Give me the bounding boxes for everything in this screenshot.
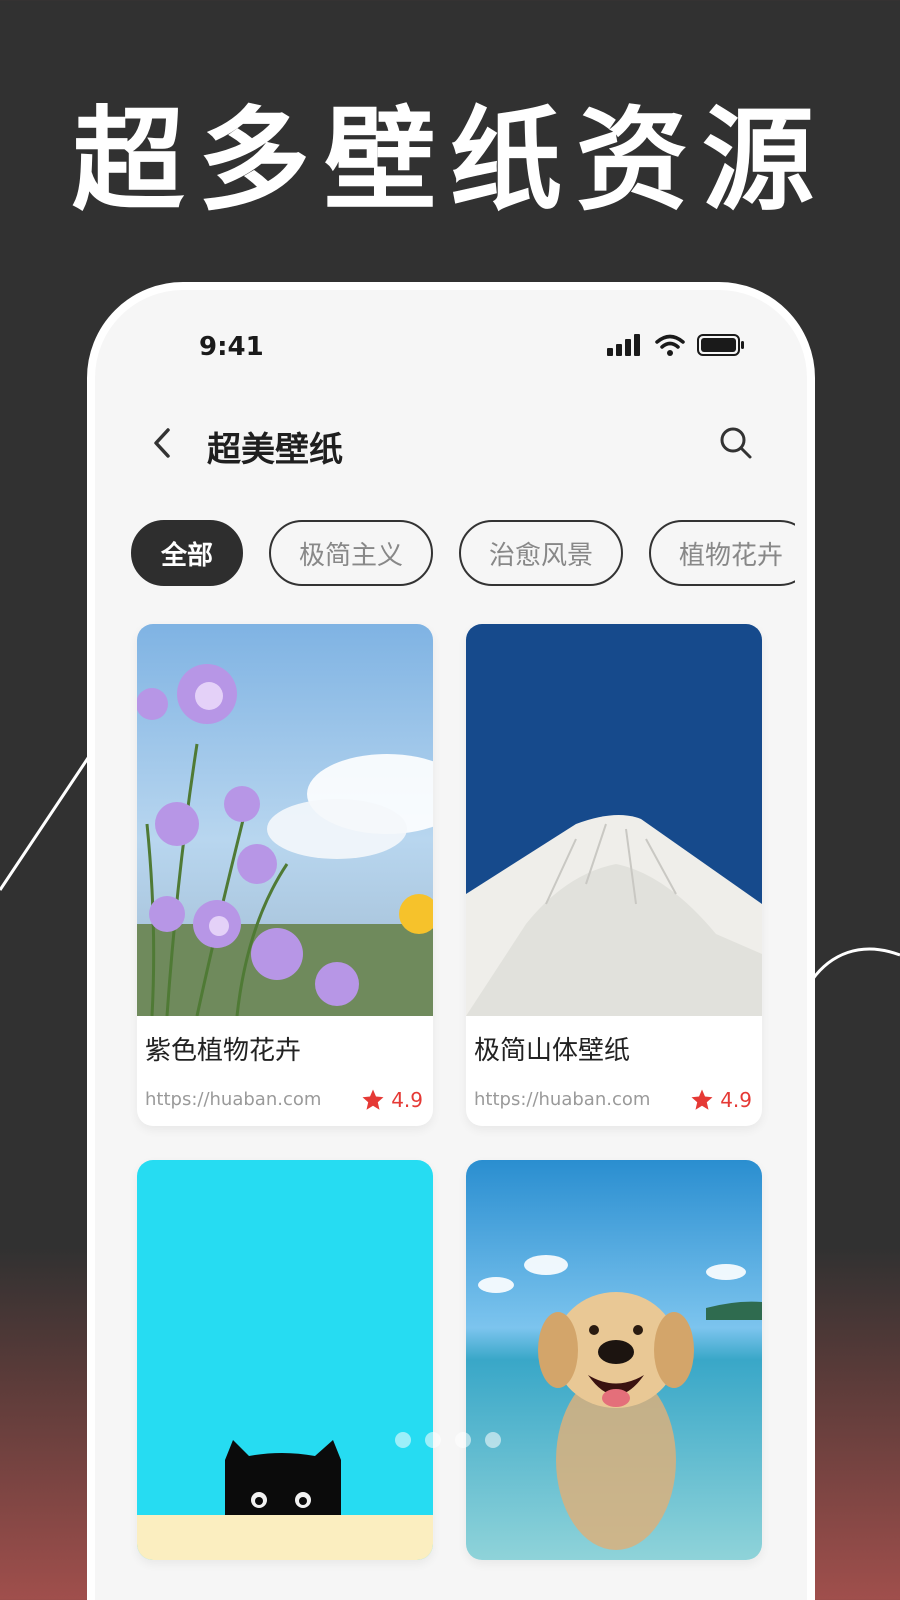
star-icon [691, 1089, 713, 1110]
wallpaper-card[interactable] [466, 1160, 762, 1560]
back-button[interactable] [139, 420, 185, 466]
tab-all[interactable]: 全部 [131, 520, 244, 586]
battery-icon [697, 334, 744, 356]
wallpaper-card[interactable]: 紫色植物花卉 https://huaban.com 4.9 [137, 624, 433, 1126]
search-button[interactable] [711, 418, 761, 468]
card-rating: 4.9 [361, 1088, 423, 1112]
wallpaper-card[interactable] [137, 1160, 433, 1560]
wallpaper-image-white-mountain [466, 624, 762, 1016]
card-title: 紫色植物花卉 [145, 1036, 302, 1066]
page-title: 超美壁纸 [207, 430, 343, 470]
rating-value: 4.9 [720, 1088, 752, 1112]
card-caption: 极简山体壁纸 https://huaban.com 4.9 [466, 1016, 762, 1126]
card-url: https://huaban.com [145, 1089, 322, 1110]
card-url: https://huaban.com [474, 1089, 651, 1110]
star-icon [362, 1089, 384, 1110]
card-title: 极简山体壁纸 [474, 1036, 631, 1066]
tab-plants-flowers[interactable]: 植物花卉 [649, 520, 795, 586]
tab-minimalism[interactable]: 极简主义 [269, 520, 434, 586]
nav-bar: 超美壁纸 [95, 408, 807, 478]
category-tabs: 全部 极简主义 治愈风景 植物花卉 [131, 520, 795, 592]
carousel-dot[interactable] [485, 1432, 501, 1448]
status-time: 9:41 [199, 332, 264, 362]
phone-frame: 9:41 超美壁纸 全部 极简主义 治愈风景 植物花卉 紫色植物花卉 https… [87, 282, 815, 1600]
wallpaper-image-purple-flowers [137, 624, 433, 1016]
wifi-icon [655, 334, 685, 356]
tab-healing-scenery[interactable]: 治愈风景 [459, 520, 624, 586]
wallpaper-image-dog-swimming [466, 1160, 762, 1560]
wallpaper-image-black-cat [137, 1160, 433, 1560]
signal-icon [607, 334, 640, 356]
status-icons [607, 334, 745, 356]
carousel-dot[interactable] [425, 1432, 441, 1448]
rating-value: 4.9 [391, 1088, 423, 1112]
card-rating: 4.9 [690, 1088, 752, 1112]
wallpaper-card[interactable]: 极简山体壁纸 https://huaban.com 4.9 [466, 624, 762, 1126]
carousel-dot[interactable] [395, 1432, 411, 1448]
status-bar: 9:41 [95, 290, 807, 400]
carousel-dots [395, 1432, 501, 1448]
hero-title: 超多壁纸资源 [72, 96, 828, 226]
card-caption: 紫色植物花卉 https://huaban.com 4.9 [137, 1016, 433, 1126]
carousel-dot[interactable] [455, 1432, 471, 1448]
search-icon [720, 427, 752, 459]
chevron-left-icon [154, 428, 170, 458]
